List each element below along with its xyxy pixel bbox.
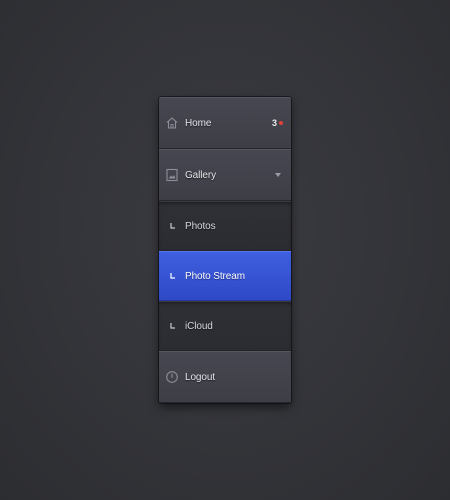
submenu-item-photo-stream-label: Photo Stream bbox=[185, 270, 245, 282]
notification-dot bbox=[279, 121, 283, 125]
image-icon bbox=[165, 168, 179, 182]
corner-arrow-icon bbox=[169, 322, 177, 330]
corner-arrow-icon bbox=[169, 222, 177, 230]
home-icon bbox=[165, 116, 179, 130]
chevron-down-icon[interactable] bbox=[275, 173, 281, 177]
submenu-item-photo-stream[interactable]: Photo Stream bbox=[159, 251, 291, 301]
menu-item-gallery-label: Gallery bbox=[185, 169, 216, 181]
menu-item-home-label: Home bbox=[185, 117, 212, 129]
menu-item-gallery[interactable]: Gallery bbox=[159, 149, 291, 201]
menu-item-logout-label: Logout bbox=[185, 371, 215, 383]
corner-arrow-icon bbox=[169, 272, 177, 280]
notification-count: 3 bbox=[271, 118, 277, 128]
menu-item-home[interactable]: Home 3 bbox=[159, 97, 291, 149]
submenu-item-icloud[interactable]: iCloud bbox=[159, 301, 291, 351]
sidebar-menu: Home 3 Gallery Photos Photo Stream iClou… bbox=[159, 97, 291, 403]
menu-item-logout[interactable]: Logout bbox=[159, 351, 291, 403]
submenu-item-photos[interactable]: Photos bbox=[159, 201, 291, 251]
power-icon bbox=[165, 370, 179, 384]
submenu-item-photos-label: Photos bbox=[185, 220, 216, 232]
submenu-item-icloud-label: iCloud bbox=[185, 320, 213, 332]
